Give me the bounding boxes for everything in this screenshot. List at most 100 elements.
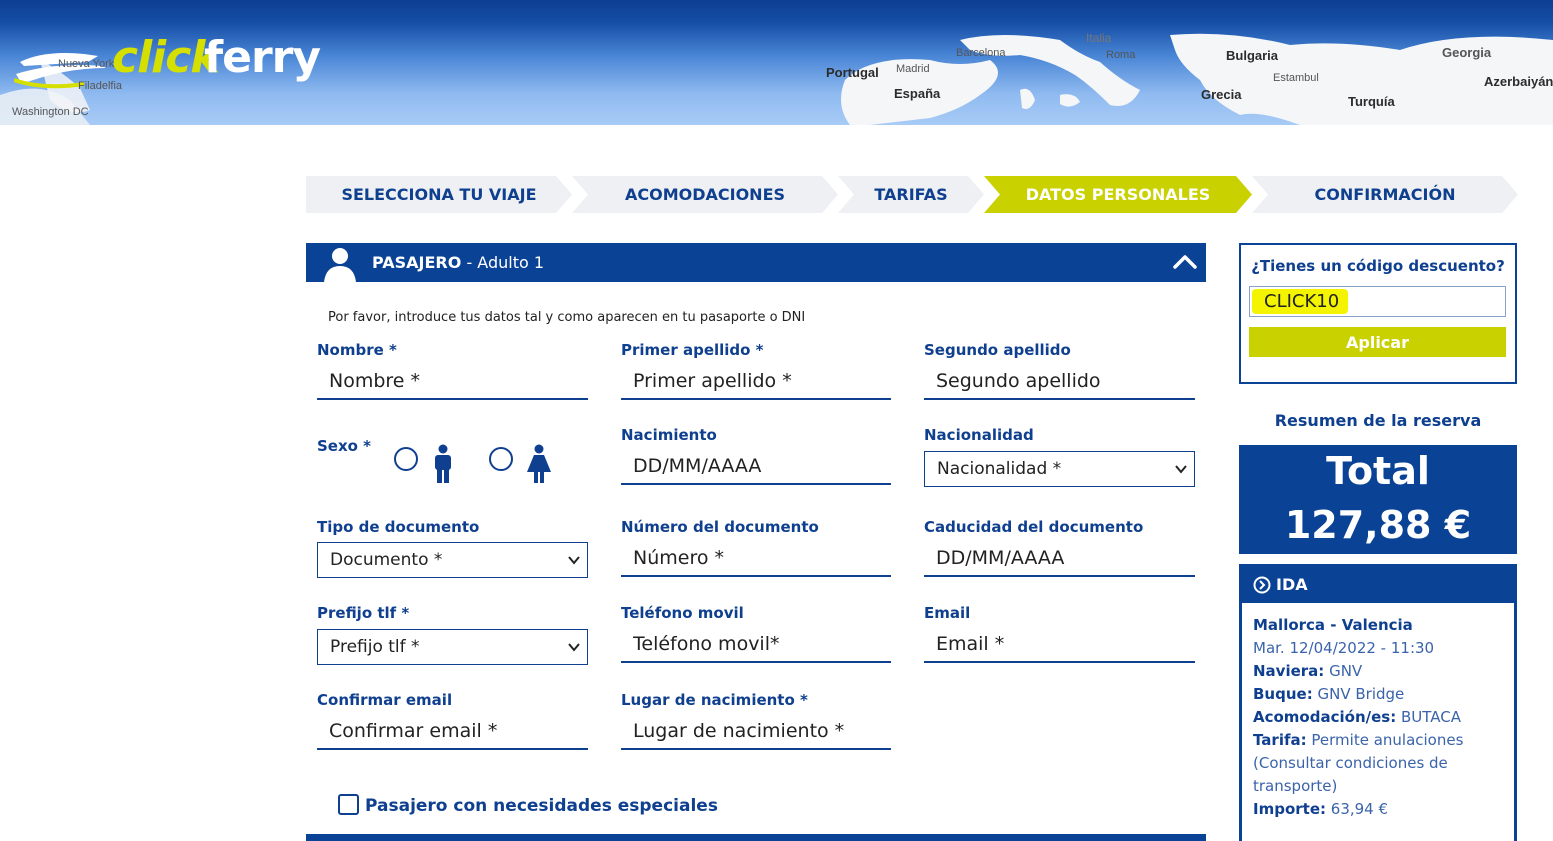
step-datos-personales[interactable]: DATOS PERSONALES [984,176,1252,213]
map-label: Azerbaiyán [1484,74,1553,89]
nacionalidad-label: Nacionalidad [924,426,1034,444]
confirmar-email-input[interactable] [317,714,588,750]
segundo-apellido-input[interactable] [924,364,1195,400]
email-label: Email [924,604,971,622]
prefijo-label: Prefijo tlf * [317,604,410,622]
step-acomodaciones[interactable]: ACOMODACIONES [572,176,838,213]
map-label: Georgia [1442,45,1492,60]
male-icon [435,444,451,483]
step-label: ACOMODACIONES [624,185,786,204]
total-box: Total 127,88 € [1239,445,1517,554]
step-selecciona-viaje[interactable]: SELECCIONA TU VIAJE [306,176,572,213]
nombre-label: Nombre * [317,341,397,359]
map-label: Portugal [826,65,879,80]
ship-logo-icon [14,53,106,89]
step-label: TARIFAS [874,185,948,204]
naviera-value: GNV [1329,662,1363,680]
caducidad-label: Caducidad del documento [924,518,1144,536]
logo-click-text: click [112,32,220,83]
map-label: Madrid [896,63,930,75]
importe-value: 63,94 € [1330,800,1389,818]
map-label: Washington DC [12,106,89,118]
total-value: 127,88 € [1284,503,1472,547]
nombre-input[interactable] [317,364,588,400]
discount-code-box: ¿Tienes un código descuento? CLICK10 Apl… [1239,243,1517,384]
ida-date: Mar. 12/04/2022 - 11:30 [1253,639,1435,657]
tarifa-conditions-link-cont[interactable]: transporte) [1253,777,1337,795]
step-label: CONFIRMACIÓN [1314,185,1456,204]
chevron-down-icon [1175,465,1187,474]
passenger-panel-header[interactable]: PASAJERO - Adulto 1 [306,243,1206,282]
importe-label: Importe: [1253,800,1326,818]
step-label: SELECCIONA TU VIAJE [341,185,537,204]
sexo-male-radio[interactable] [394,447,418,471]
ida-title: IDA [1276,575,1308,594]
map-label: Filadelfia [78,80,123,92]
necesidades-label[interactable]: Pasajero con necesidades especiales [365,796,718,816]
buque-value: GNV Bridge [1317,685,1405,703]
telefono-label: Teléfono movil [621,604,744,622]
map-label: Turquía [1348,94,1395,109]
passenger-subtitle: - Adulto 1 [461,253,545,272]
map-label: Barcelona [956,47,1006,59]
confirmar-email-label: Confirmar email [317,691,453,709]
discount-code-value: CLICK10 [1264,291,1340,312]
booking-steps: SELECCIONA TU VIAJE ACOMODACIONES TARIFA… [306,176,1518,213]
nacionalidad-select[interactable]: Nacionalidad * [924,451,1195,487]
chevron-up-icon[interactable] [1173,254,1197,270]
passport-note: Por favor, introduce tus datos tal y com… [328,310,806,325]
chevron-down-icon [568,556,580,565]
tipo-documento-selected: Documento * [330,550,443,570]
summary-title: Resumen de la reserva [1274,411,1482,430]
map-label: Estambul [1273,72,1319,84]
map-label: Bulgaria [1226,48,1279,63]
map-label: Grecia [1201,87,1242,102]
numero-documento-input[interactable] [621,541,891,577]
chevron-circle-right-icon [1253,576,1271,594]
step-tarifas[interactable]: TARIFAS [838,176,984,213]
buque-label: Buque: [1253,685,1313,703]
apply-button[interactable]: Aplicar [1249,327,1506,357]
next-section-bar [306,834,1206,841]
sexo-female-radio[interactable] [489,447,513,471]
sexo-label: Sexo * [317,437,372,455]
tarifa-value: Permite anulaciones [1311,731,1464,749]
necesidades-checkbox[interactable] [338,794,359,815]
acomodacion-value: BUTACA [1400,708,1461,726]
nacionalidad-selected: Nacionalidad * [937,459,1062,479]
logo-ferry-text: ferry [204,32,321,83]
tarifa-conditions-link[interactable]: (Consultar condiciones de [1253,754,1448,772]
email-input[interactable] [924,627,1195,663]
tipo-documento-label: Tipo de documento [317,518,480,536]
step-confirmacion[interactable]: CONFIRMACIÓN [1252,176,1518,213]
site-header: click ferry Nueva York Filadelfia Washin… [0,0,1553,125]
ida-card: IDA Mallorca - Valencia Mar. 12/04/2022 … [1239,564,1517,841]
ida-route: Mallorca - Valencia [1253,616,1413,634]
prefijo-selected: Prefijo tlf * [330,637,420,657]
tarifa-label: Tarifa: [1253,731,1307,749]
female-icon [527,444,551,483]
caducidad-input[interactable] [924,541,1195,577]
prefijo-select[interactable]: Prefijo tlf * [317,629,588,665]
map-label: Nueva York [58,58,115,70]
discount-title: ¿Tienes un código descuento? [1251,257,1505,275]
map-label: España [894,86,941,101]
primer-apellido-input[interactable] [621,364,891,400]
ida-header[interactable]: IDA [1242,567,1514,603]
nacimiento-input[interactable] [621,449,891,485]
chevron-down-icon [568,643,580,652]
telefono-input[interactable] [621,627,891,663]
passenger-title: PASAJERO [372,253,462,272]
nacimiento-label: Nacimiento [621,426,717,444]
user-icon [324,248,356,282]
acomodacion-label: Acomodación/es: [1253,708,1397,726]
naviera-label: Naviera: [1253,662,1325,680]
step-label: DATOS PERSONALES [1025,185,1211,204]
lugar-nacimiento-input[interactable] [621,714,891,750]
total-label: Total [1326,449,1430,493]
tipo-documento-select[interactable]: Documento * [317,542,588,578]
lugar-nacimiento-label: Lugar de nacimiento * [621,691,808,709]
primer-apellido-label: Primer apellido * [621,341,764,359]
map-label: Roma [1106,49,1136,61]
discount-code-input[interactable]: CLICK10 [1249,286,1506,317]
